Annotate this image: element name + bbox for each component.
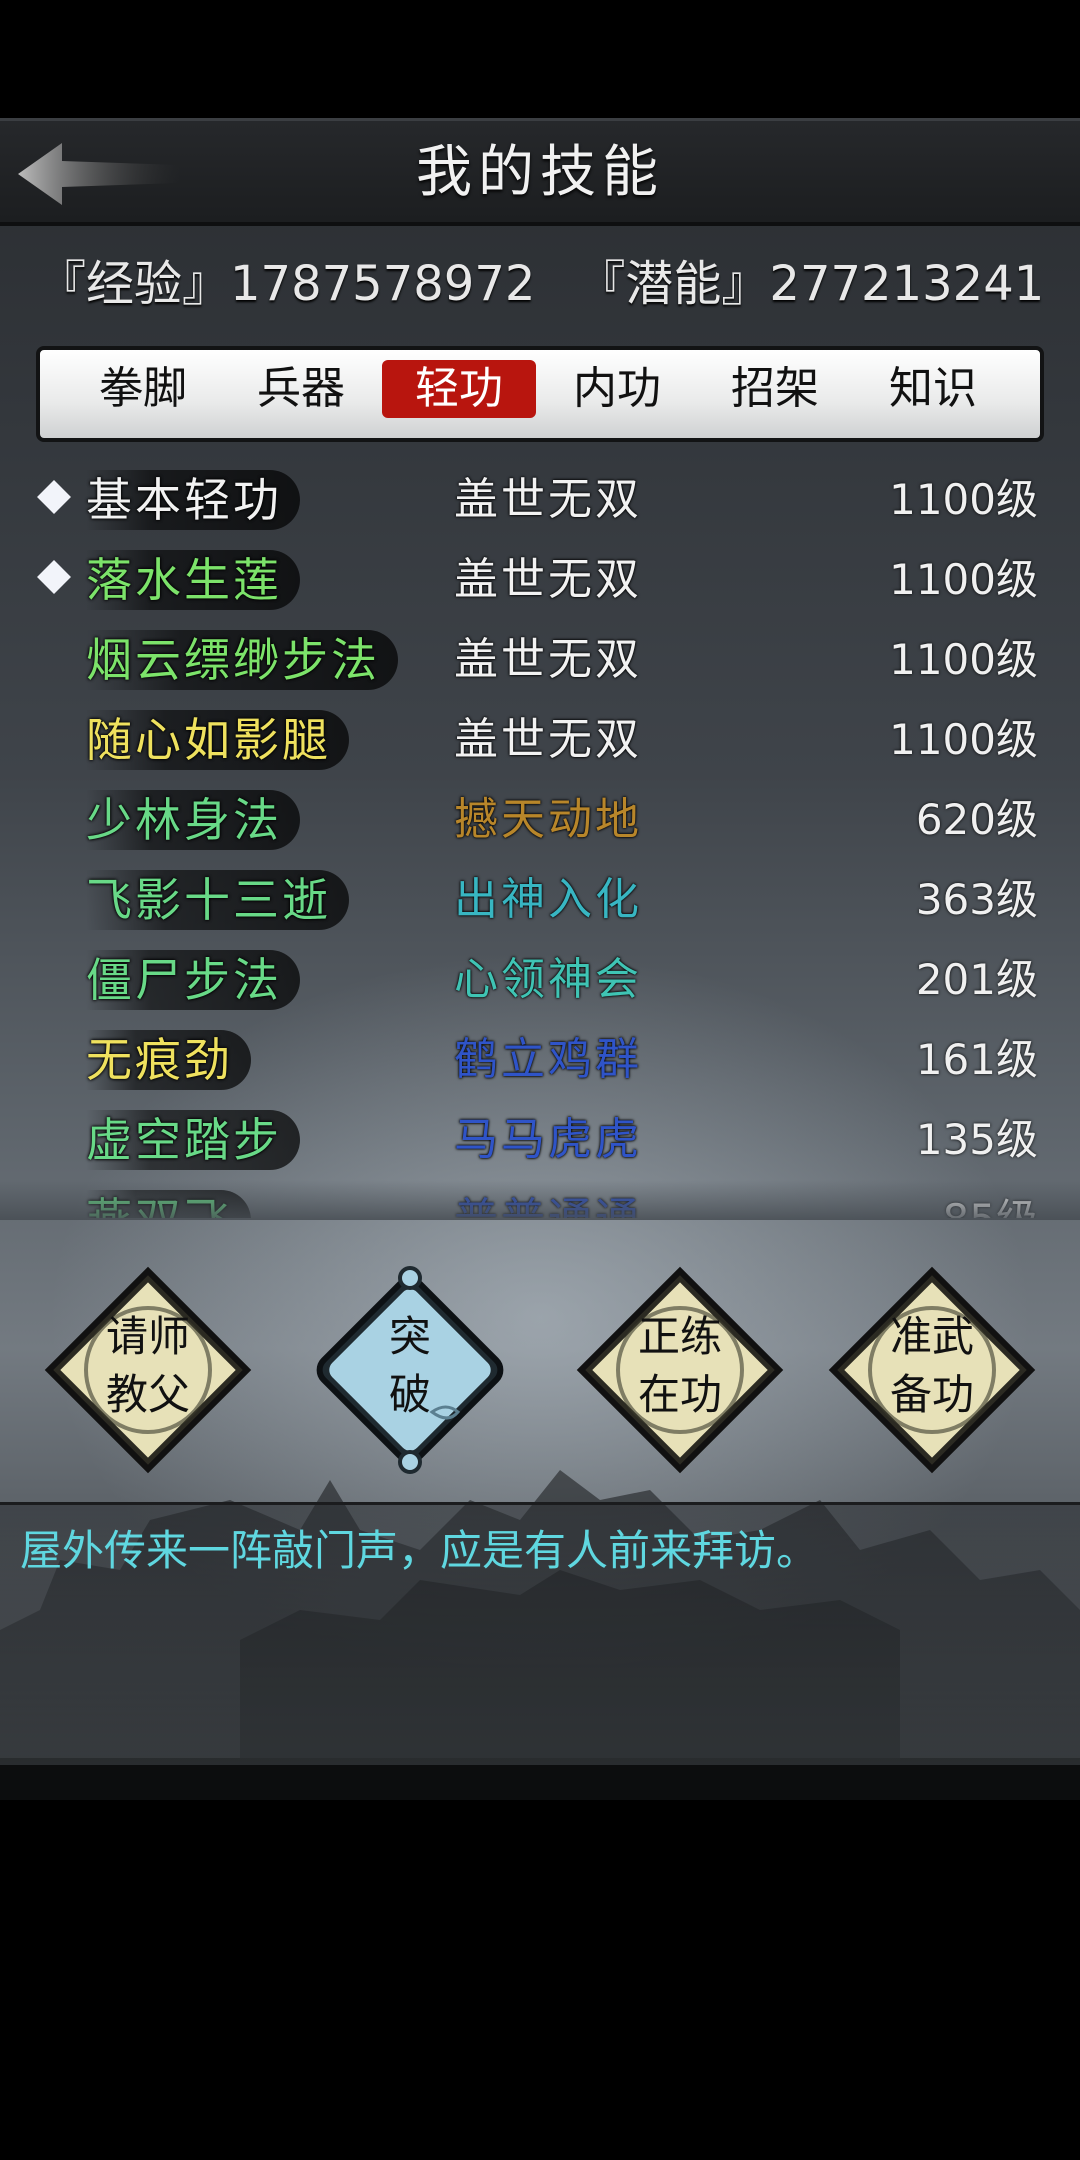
exp-value: 1787578972 bbox=[230, 256, 536, 312]
skill-grade: 620级 bbox=[915, 795, 1038, 844]
breakthrough-label-1: 突 bbox=[388, 1312, 431, 1361]
skill-rank: 盖世无双 bbox=[454, 554, 642, 605]
skill-grade: 1100级 bbox=[889, 635, 1038, 684]
skill-row[interactable]: 基本轻功 盖世无双 1100级 bbox=[30, 460, 1050, 540]
practice-button[interactable]: 正练 在功 bbox=[572, 1262, 788, 1478]
prepare-skill-label-1: 准武 bbox=[889, 1312, 974, 1361]
page-title: 我的技能 bbox=[416, 140, 664, 205]
skill-name: 随心如影腿 bbox=[86, 710, 349, 770]
skill-name: 基本轻功 bbox=[86, 470, 300, 530]
ask-master-button[interactable]: 请师 教父 bbox=[40, 1262, 256, 1478]
skill-name: 虚空踏步 bbox=[86, 1110, 300, 1170]
ask-master-label-1: 请师 bbox=[105, 1312, 190, 1361]
selected-marker-icon bbox=[37, 480, 71, 514]
skill-name: 僵尸步法 bbox=[86, 950, 300, 1010]
skill-grade: 1100级 bbox=[889, 715, 1038, 764]
tab-lightness[interactable]: 轻功 bbox=[382, 360, 536, 418]
skill-rank: 出神入化 bbox=[454, 874, 642, 925]
skill-rank: 鹤立鸡群 bbox=[454, 1034, 642, 1085]
potential-label: 『潜能』 bbox=[577, 256, 770, 312]
skill-row[interactable]: 落水生莲 盖世无双 1100级 bbox=[30, 540, 1050, 620]
stats-line: 『经验』1787578972 『潜能』277213241 bbox=[38, 244, 1044, 312]
prepare-skill-button[interactable]: 准武 备功 bbox=[824, 1262, 1040, 1478]
list-fade bbox=[0, 1180, 1080, 1220]
skill-row[interactable]: 少林身法 撼天动地 620级 bbox=[30, 780, 1050, 860]
skill-row[interactable]: 无痕劲 鹤立鸡群 161级 bbox=[30, 1020, 1050, 1100]
skill-rank: 撼天动地 bbox=[454, 794, 642, 845]
game-screen: 我的技能 『经验』1787578972 『潜能』277213241 拳脚 兵器 轻… bbox=[0, 0, 1080, 2160]
skill-grade: 1100级 bbox=[889, 555, 1038, 604]
skill-rank: 盖世无双 bbox=[454, 714, 642, 765]
skill-name: 落水生莲 bbox=[86, 550, 300, 610]
skill-name: 飞影十三逝 bbox=[86, 870, 349, 930]
skill-row[interactable]: 僵尸步法 心领神会 201级 bbox=[30, 940, 1050, 1020]
selected-marker-icon bbox=[37, 560, 71, 594]
skill-row[interactable]: 飞影十三逝 出神入化 363级 bbox=[30, 860, 1050, 940]
tab-parry[interactable]: 招架 bbox=[698, 360, 852, 418]
potential-value: 277213241 bbox=[769, 256, 1045, 312]
skill-name: 少林身法 bbox=[86, 790, 300, 850]
skill-grade: 201级 bbox=[915, 955, 1038, 1004]
prepare-skill-label-2: 备功 bbox=[889, 1370, 974, 1419]
message-text: 屋外传来一阵敲门声，应是有人前来拜访。 bbox=[20, 1526, 819, 1575]
skill-name: 烟云缥缈步法 bbox=[86, 630, 398, 690]
skill-category-tabs: 拳脚 兵器 轻功 内功 招架 知识 bbox=[36, 346, 1044, 442]
practice-label-1: 正练 bbox=[637, 1312, 722, 1361]
breakthrough-button[interactable]: 突 破 bbox=[302, 1262, 518, 1478]
tab-inner[interactable]: 内功 bbox=[540, 360, 694, 418]
tab-weapon[interactable]: 兵器 bbox=[224, 360, 378, 418]
tab-fist[interactable]: 拳脚 bbox=[66, 360, 220, 418]
skill-rank: 盖世无双 bbox=[454, 634, 642, 685]
skill-rank: 盖世无双 bbox=[454, 474, 642, 525]
tab-knowledge[interactable]: 知识 bbox=[856, 360, 1010, 418]
skill-rank: 马马虎虎 bbox=[454, 1114, 642, 1165]
exp-label: 『经验』 bbox=[38, 256, 231, 312]
skill-grade: 1100级 bbox=[889, 475, 1038, 524]
skill-row[interactable]: 随心如影腿 盖世无双 1100级 bbox=[30, 700, 1050, 780]
skill-name: 无痕劲 bbox=[86, 1030, 251, 1090]
skill-list[interactable]: 基本轻功 盖世无双 1100级 落水生莲 盖世无双 1100级 烟云缥缈步法 盖世无双 1100… bbox=[30, 460, 1050, 1218]
ask-master-label-2: 教父 bbox=[105, 1370, 190, 1419]
skill-grade: 161级 bbox=[915, 1035, 1038, 1084]
skill-rank: 心领神会 bbox=[454, 954, 642, 1005]
message-log: 屋外传来一阵敲门声，应是有人前来拜访。 bbox=[0, 1502, 1080, 1765]
skill-grade: 363级 bbox=[915, 875, 1038, 924]
skill-grade: 135级 bbox=[915, 1115, 1038, 1164]
practice-label-2: 在功 bbox=[637, 1370, 722, 1419]
breakthrough-label-2: 破 bbox=[388, 1370, 431, 1419]
skill-row[interactable]: 烟云缥缈步法 盖世无双 1100级 bbox=[30, 620, 1050, 700]
header-bar: 我的技能 bbox=[0, 118, 1080, 226]
skill-row[interactable]: 虚空踏步 马马虎虎 135级 bbox=[30, 1100, 1050, 1180]
